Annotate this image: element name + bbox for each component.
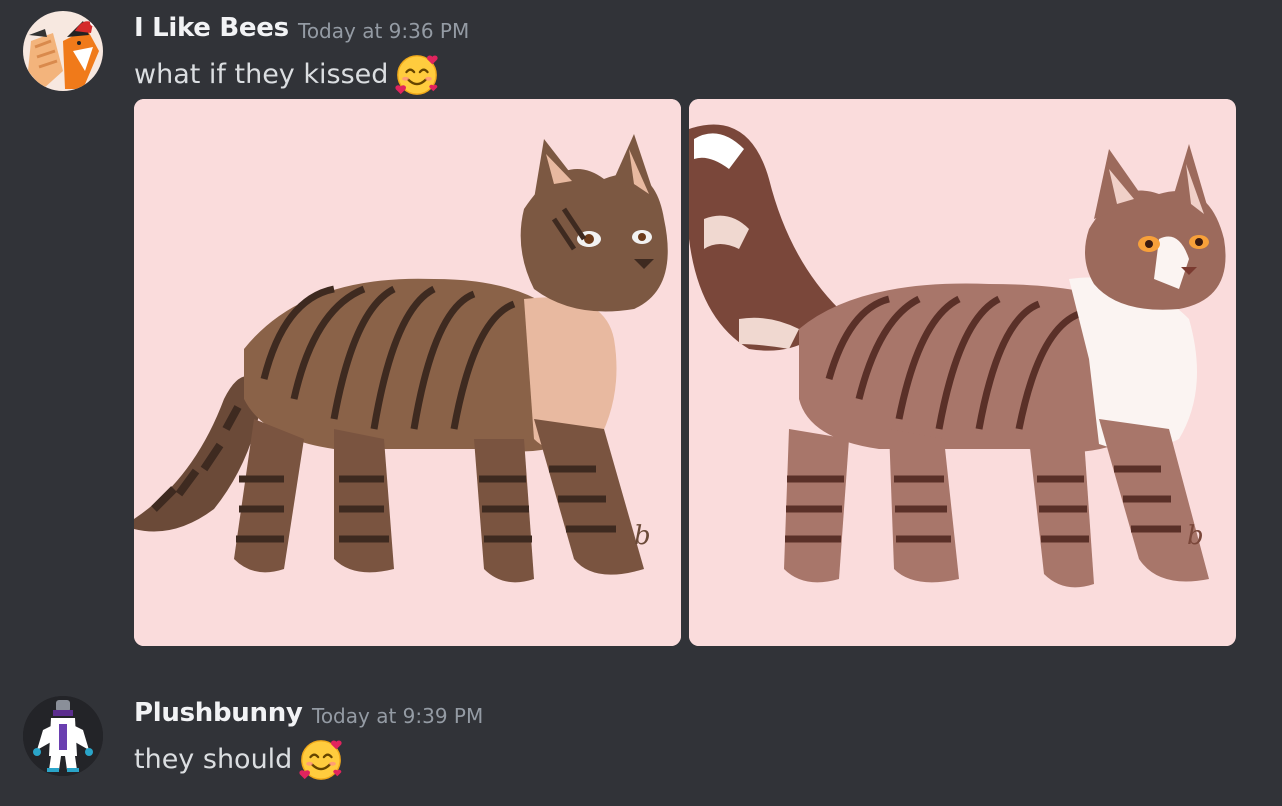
username[interactable]: Plushbunny: [134, 698, 303, 728]
smiling-face-with-hearts-icon: [298, 736, 344, 782]
message-timestamp[interactable]: Today at 9:39 PM: [312, 704, 483, 728]
smiling-face-with-hearts-icon: [394, 51, 440, 97]
svg-text:b: b: [1187, 521, 1204, 551]
image-attachment-1[interactable]: b: [134, 99, 681, 646]
message-text: they should: [134, 743, 293, 775]
username[interactable]: I Like Bees: [134, 13, 289, 43]
user-avatar-i-like-bees[interactable]: [23, 11, 103, 91]
message-text: what if they kissed: [134, 58, 389, 90]
message-content: they should: [134, 736, 344, 782]
image-attachment-2[interactable]: b: [689, 99, 1236, 646]
message-content: what if they kissed: [134, 51, 440, 97]
user-avatar-plushbunny[interactable]: [23, 696, 103, 776]
message-timestamp[interactable]: Today at 9:36 PM: [298, 19, 469, 43]
svg-text:b: b: [634, 521, 651, 551]
